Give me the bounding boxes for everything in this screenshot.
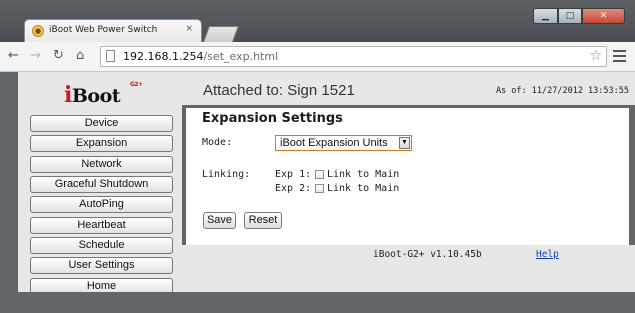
- nav-graceful-shutdown-button[interactable]: Graceful Shutdown: [30, 176, 173, 194]
- address-bar[interactable]: 192.168.1.254/set_exp.html ☆: [100, 46, 607, 67]
- window-controls: ▁ □ ✕: [533, 8, 625, 24]
- iboot-logo: iBoot G2+: [64, 81, 143, 108]
- page-icon: [106, 50, 115, 62]
- nav-heartbeat-button[interactable]: Heartbeat: [30, 216, 173, 234]
- nav-network-button[interactable]: Network: [30, 155, 173, 173]
- url-text[interactable]: 192.168.1.254/set_exp.html: [123, 50, 278, 63]
- mode-label: Mode:: [202, 137, 233, 148]
- exp2-link-checkbox[interactable]: [315, 184, 324, 193]
- linking-label: Linking:: [202, 169, 251, 180]
- help-link[interactable]: Help: [536, 249, 559, 260]
- close-window-icon[interactable]: ✕: [582, 8, 625, 24]
- bookmark-star-icon[interactable]: ☆: [589, 48, 602, 64]
- url-path: /set_exp.html: [203, 50, 279, 63]
- exp2-label: Exp 2:: [275, 183, 312, 194]
- nav-autoping-button[interactable]: AutoPing: [30, 196, 173, 214]
- sidebar: iBoot G2+ Device Expansion Network Grace…: [18, 72, 182, 295]
- maximize-icon[interactable]: □: [558, 8, 582, 24]
- page-title: Expansion Settings: [202, 111, 343, 126]
- attached-to-label: Attached to: Sign 1521: [203, 82, 355, 99]
- favicon-icon: ●: [32, 25, 44, 37]
- expansion-settings-panel: Expansion Settings Mode: iBoot Expansion…: [186, 108, 629, 245]
- mode-select[interactable]: iBoot Expansion Units ▼: [275, 135, 412, 151]
- nav-user-settings-button[interactable]: User Settings: [30, 257, 173, 275]
- exp1-label: Exp 1:: [275, 169, 312, 180]
- browser-menu-icon[interactable]: [613, 50, 626, 65]
- tab-close-icon[interactable]: ×: [185, 24, 193, 34]
- browser-tab[interactable]: ● iBoot Web Power Switch ×: [24, 19, 202, 43]
- page-header: Attached to: Sign 1521 As of: 11/27/2012…: [182, 72, 635, 105]
- browser-toolbar: ← → ↻ ⌂ 192.168.1.254/set_exp.html ☆: [0, 42, 635, 72]
- exp1-checkbox-label: Link to Main: [327, 169, 400, 180]
- reload-icon[interactable]: ↻: [53, 49, 64, 63]
- url-host: 192.168.1.254: [123, 50, 204, 63]
- timestamp: As of: 11/27/2012 13:53:55: [495, 86, 629, 96]
- reset-button[interactable]: Reset: [244, 212, 282, 229]
- mode-select-value: iBoot Expansion Units: [280, 137, 388, 149]
- chevron-down-icon[interactable]: ▼: [399, 137, 410, 149]
- sidebar-nav: Device Expansion Network Graceful Shutdo…: [30, 115, 173, 298]
- nav-device-button[interactable]: Device: [30, 115, 173, 132]
- page-viewport: iBoot G2+ Device Expansion Network Grace…: [0, 72, 635, 313]
- nav-expansion-button[interactable]: Expansion: [30, 135, 173, 153]
- window-titlebar: ● iBoot Web Power Switch × ▁ □ ✕: [0, 0, 635, 43]
- new-tab-button[interactable]: [203, 26, 239, 42]
- save-button[interactable]: Save: [203, 212, 236, 229]
- exp2-checkbox-label: Link to Main: [327, 183, 400, 194]
- page-footer: iBoot-G2+ v1.10.45b Help: [182, 245, 635, 292]
- nav-schedule-button[interactable]: Schedule: [30, 237, 173, 255]
- firmware-version: iBoot-G2+ v1.10.45b: [373, 249, 482, 260]
- exp1-link-checkbox[interactable]: [315, 170, 324, 179]
- minimize-icon[interactable]: ▁: [533, 8, 558, 24]
- forward-arrow-icon[interactable]: →: [30, 49, 41, 63]
- home-icon[interactable]: ⌂: [76, 49, 84, 63]
- back-arrow-icon[interactable]: ←: [8, 49, 19, 63]
- tab-title: iBoot Web Power Switch: [49, 25, 158, 35]
- page-bottom-background: [0, 292, 635, 313]
